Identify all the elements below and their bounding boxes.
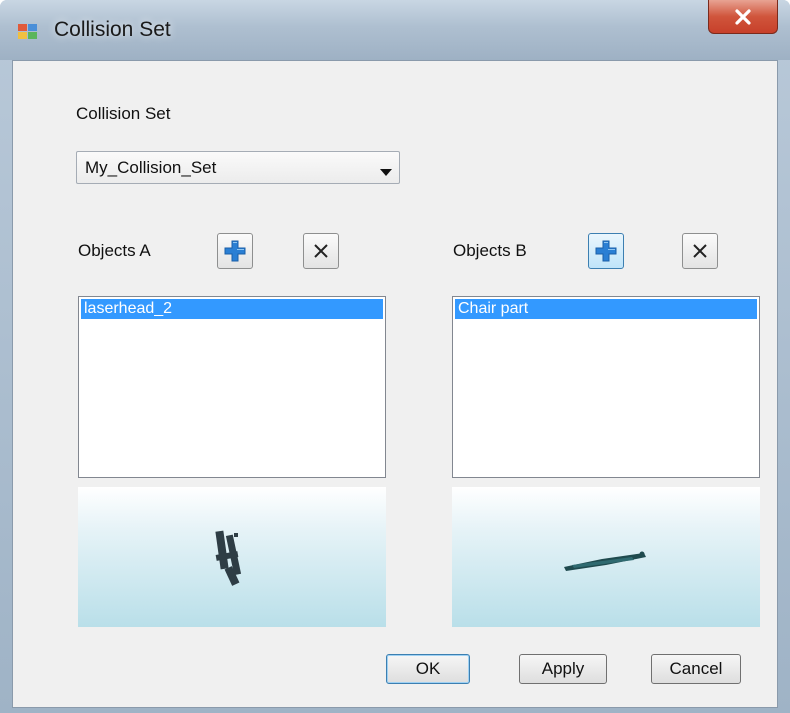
plus-icon (224, 240, 246, 262)
chevron-down-icon (380, 164, 392, 182)
laserhead-model-image (215, 530, 242, 586)
dialog-window: Collision Set Collision Set My_Collision… (0, 0, 790, 713)
objects-a-label: Objects A (78, 241, 151, 260)
dialog-body: Collision Set My_Collision_Set Objects A… (12, 60, 778, 708)
objects-b-item-chair-part[interactable]: Chair part (455, 299, 757, 319)
ok-button[interactable]: OK (386, 654, 470, 684)
objects-b-list[interactable]: Chair part (452, 296, 760, 478)
collision-set-dropdown[interactable]: My_Collision_Set (76, 151, 400, 184)
plus-icon (595, 240, 617, 262)
cancel-button[interactable]: Cancel (651, 654, 741, 684)
apply-button[interactable]: Apply (519, 654, 607, 684)
app-icon (18, 22, 38, 40)
remove-object-b-button[interactable] (682, 233, 718, 269)
collision-set-value: My_Collision_Set (85, 158, 217, 177)
remove-object-a-button[interactable] (303, 233, 339, 269)
objects-a-list[interactable]: laserhead_2 (78, 296, 386, 478)
objects-a-preview (78, 487, 386, 627)
collision-set-label: Collision Set (76, 104, 171, 123)
objects-b-preview (452, 487, 760, 627)
chair-part-model-image (564, 551, 646, 571)
objects-a-item-laserhead-2[interactable]: laserhead_2 (81, 299, 383, 319)
x-icon (314, 244, 328, 258)
window-title: Collision Set (54, 18, 171, 41)
close-button[interactable] (708, 0, 778, 34)
title-bar[interactable]: Collision Set (0, 0, 790, 60)
objects-b-label: Objects B (453, 241, 527, 260)
add-object-a-button[interactable] (217, 233, 253, 269)
close-icon (735, 8, 751, 25)
add-object-b-button[interactable] (588, 233, 624, 269)
x-icon (693, 244, 707, 258)
